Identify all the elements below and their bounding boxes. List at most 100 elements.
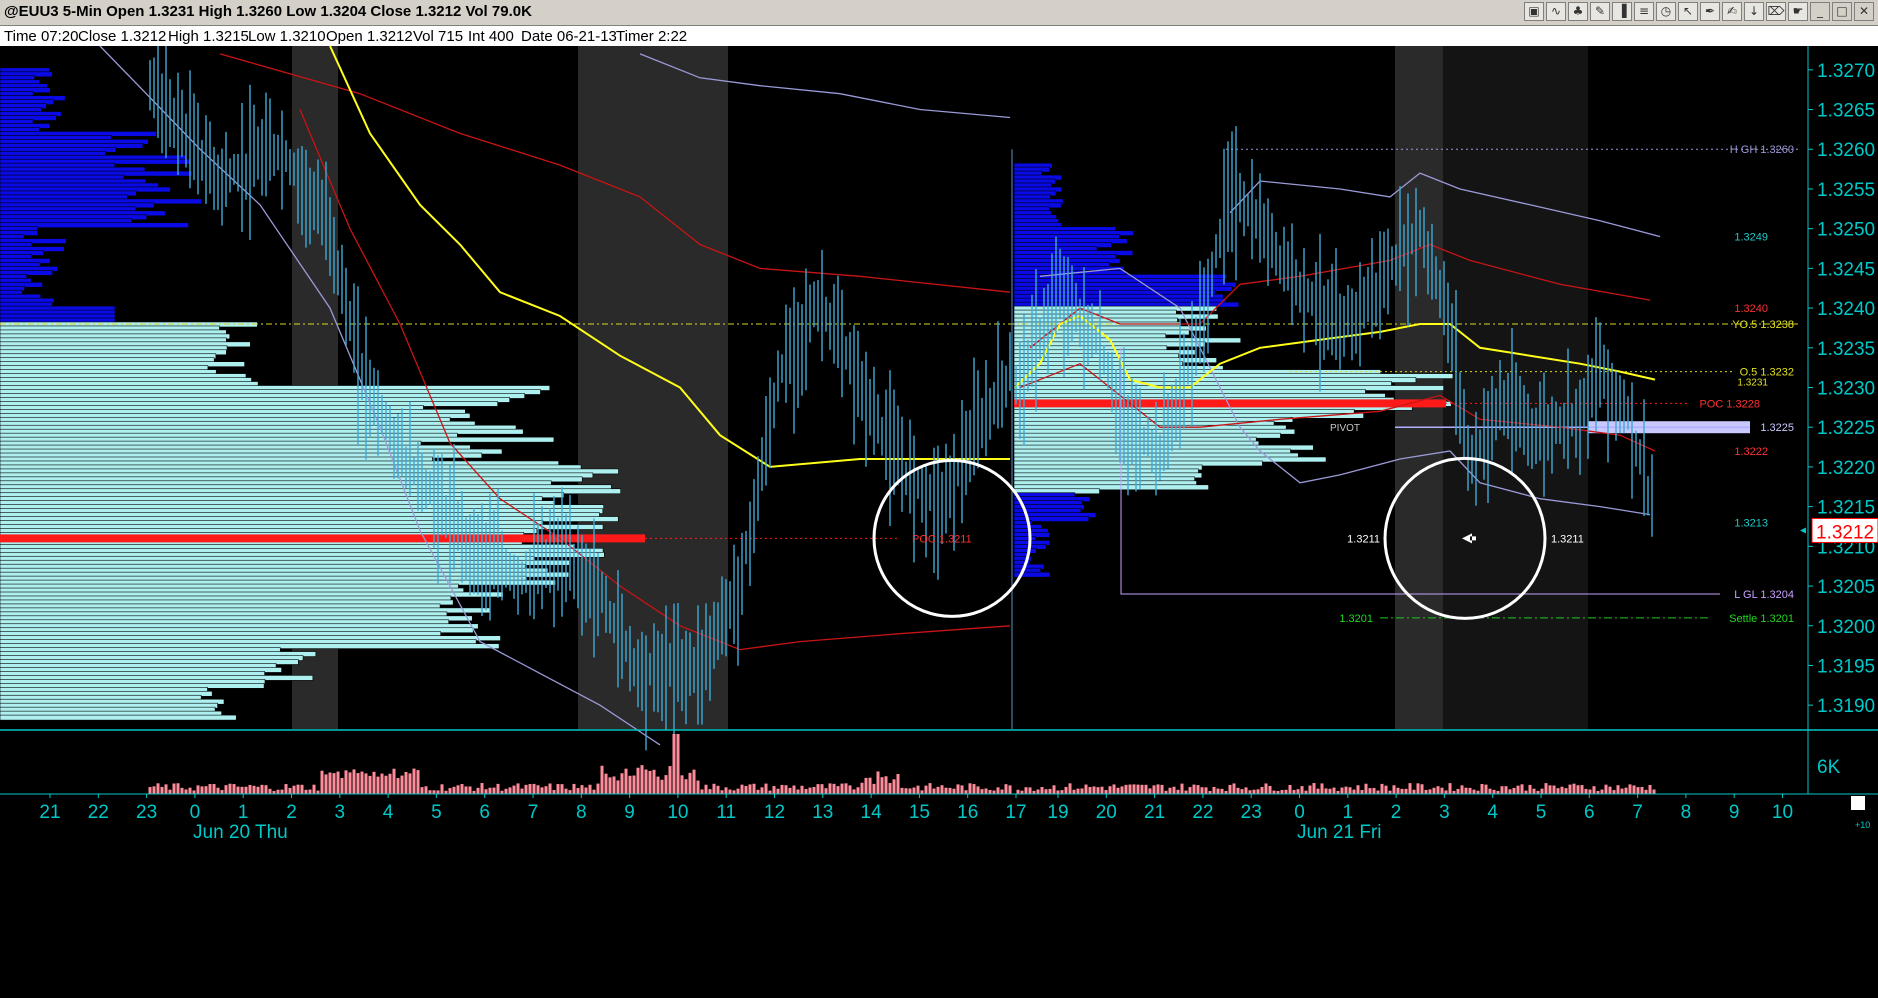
pen-icon[interactable]: ✒ [1700, 2, 1720, 21]
volume-bar [280, 789, 284, 794]
volume-bar [1520, 784, 1524, 794]
fib-icon[interactable]: ≡ [1634, 2, 1654, 21]
volume-bar [592, 789, 596, 794]
volume-bar [1024, 787, 1028, 794]
volume-bar [548, 783, 552, 794]
volume-bar [264, 785, 268, 794]
volume-bar [796, 789, 800, 794]
volume-bar [1440, 787, 1444, 794]
volume-bar [1128, 784, 1132, 794]
arrow-down-icon[interactable]: ↓ [1744, 2, 1764, 21]
volume-bar [1348, 787, 1352, 794]
volume-bar [184, 789, 188, 794]
volume-bar [964, 790, 968, 794]
volume-bar [1184, 790, 1188, 794]
volume-bar [1356, 785, 1360, 794]
title-bar: @EUU3 5-Min Open 1.3231 High 1.3260 Low … [0, 0, 1878, 26]
volume-bar [1328, 788, 1332, 794]
volume-bar [1316, 788, 1320, 794]
label-high-gh: H GH 1.3260 [1730, 144, 1794, 156]
volume-bar [1056, 790, 1060, 794]
volume-bar [368, 775, 372, 794]
volume-bar [520, 788, 524, 794]
volume-bar [356, 773, 360, 794]
price-tick-label: 1.3220 [1817, 458, 1875, 479]
volume-bar [772, 786, 776, 794]
edit-icon[interactable]: ✍ [1722, 2, 1742, 21]
volume-bar [364, 773, 368, 794]
time-tick-label: 2 [286, 802, 297, 823]
volume-bar [1420, 784, 1424, 794]
readout-open: Open 1.3212 [326, 28, 413, 45]
tree-icon[interactable]: ♣ [1568, 2, 1588, 21]
volume-bar [868, 777, 872, 794]
volume-bar [816, 784, 820, 794]
minimize-icon[interactable]: _ [1810, 2, 1830, 21]
volume-bar [1140, 784, 1144, 794]
time-tick-label: 10 [667, 802, 688, 823]
volume-bar [288, 788, 292, 794]
volume-bar [252, 785, 256, 794]
volume-bar [468, 786, 472, 794]
readout-time: Time 07:20 [4, 28, 79, 45]
volume-bar [1324, 788, 1328, 794]
volume-bar [704, 784, 708, 794]
volume-bar [376, 776, 380, 794]
volume-bar [236, 786, 240, 794]
volume-bar [1000, 789, 1004, 794]
price-tick-label: 1.3225 [1817, 418, 1875, 439]
volume-bar [636, 767, 640, 794]
volume-bar [952, 788, 956, 794]
volume-bar [1280, 789, 1284, 794]
volume-bar [352, 769, 356, 794]
volume-bar [484, 789, 488, 794]
volume-bar [1592, 786, 1596, 794]
price-chart[interactable]: H GH 1.32601.32491.3240YO.5 1.3238O.5 1.… [0, 46, 1878, 998]
volume-bar [1312, 783, 1316, 794]
time-tick-label: 8 [1681, 802, 1692, 823]
volume-bar [232, 784, 236, 794]
cursor-icon[interactable]: ↖ [1678, 2, 1698, 21]
volume-bar [1652, 789, 1656, 794]
label-low-gl: L GL 1.3204 [1734, 589, 1794, 601]
trash-icon[interactable]: ⌦ [1766, 2, 1786, 21]
volume-bar [948, 787, 952, 794]
chart-icon[interactable]: ▣ [1524, 2, 1544, 21]
volume-bar [576, 788, 580, 794]
volume-bar [708, 789, 712, 794]
volume-bar [768, 790, 772, 794]
pointer-icon[interactable]: ☛ [1788, 2, 1808, 21]
wave-icon[interactable]: ∿ [1546, 2, 1566, 21]
volume-bar [180, 787, 184, 794]
volume-bar [336, 771, 340, 794]
volume-bar [936, 786, 940, 794]
volume-bar [568, 790, 572, 794]
close-icon[interactable]: ✕ [1854, 2, 1874, 21]
volume-bar [892, 779, 896, 794]
volume-bar [1380, 783, 1384, 794]
bars-icon[interactable]: ▐ [1612, 2, 1632, 21]
volume-bar [1236, 787, 1240, 794]
volume-bar [420, 787, 424, 794]
volume-bar [1112, 784, 1116, 794]
volume-bar [304, 789, 308, 794]
restore-icon[interactable]: □ [1832, 2, 1852, 21]
volume-bar [1516, 785, 1520, 794]
volume-bar [804, 789, 808, 794]
volume-bar [188, 787, 192, 794]
price-tick-label: 1.3235 [1817, 339, 1875, 360]
volume-bar [244, 786, 248, 794]
volume-bar [712, 783, 716, 794]
pencil-icon[interactable]: ✎ [1590, 2, 1610, 21]
volume-bar [1640, 786, 1644, 794]
volume-bar [828, 783, 832, 794]
volume-bar [1188, 787, 1192, 794]
volume-bar [1136, 784, 1140, 794]
volume-bar [1544, 783, 1548, 794]
volume-bar [1572, 783, 1576, 794]
time-tick-label: 7 [528, 802, 539, 823]
clock-icon[interactable]: ◷ [1656, 2, 1676, 21]
poc-bar-left [0, 534, 645, 543]
volume-bar [1392, 785, 1396, 794]
label-1-3213: 1.3213 [1734, 518, 1768, 530]
